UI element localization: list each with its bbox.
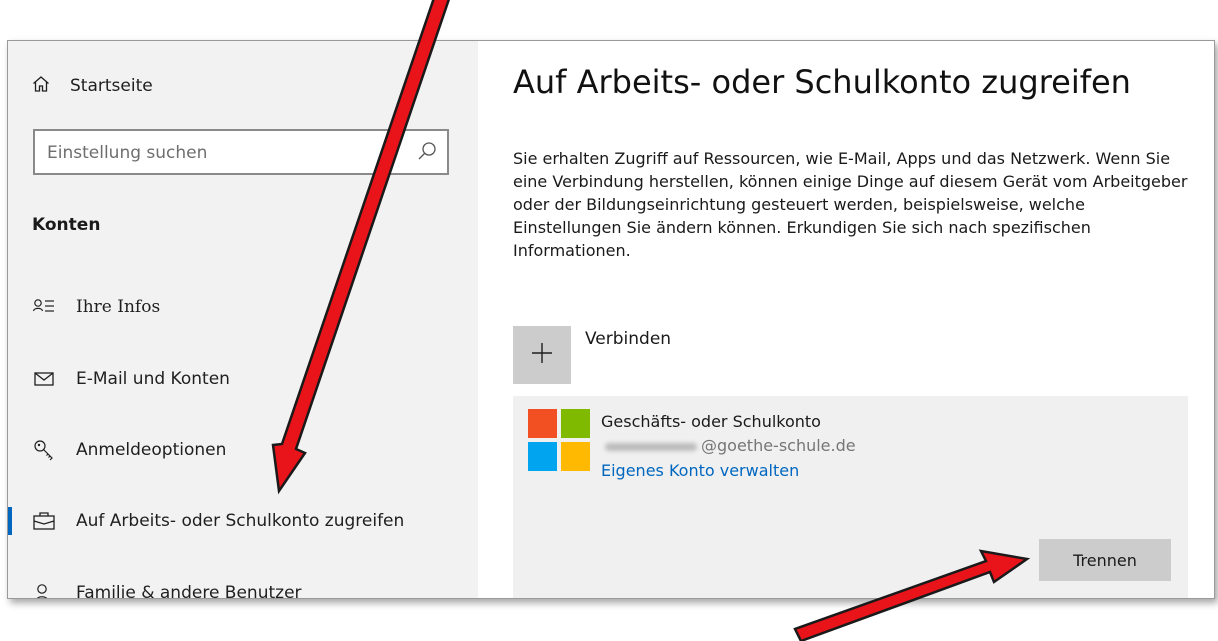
page-description: Sie erhalten Zugriff auf Ressourcen, wie… (513, 149, 1188, 260)
sidebar-item-label: Anmeldeoptionen (76, 440, 227, 460)
account-email: @goethe-schule.de (701, 436, 856, 455)
sidebar-item-label: Auf Arbeits- oder Schulkonto zugreifen (76, 511, 405, 531)
logo-square-green (561, 409, 590, 438)
logo-square-blue (528, 442, 557, 471)
search-input[interactable] (35, 131, 409, 175)
main-content: Auf Arbeits- oder Schulkonto zugreifen S… (478, 41, 1214, 598)
search-box[interactable] (33, 129, 449, 175)
sidebar-item-anmeldeoptionen[interactable]: Anmeldeoptionen (8, 428, 478, 472)
sidebar-item-label: Ihre Infos (76, 297, 161, 317)
manage-account-link[interactable]: Eigenes Konto verwalten (601, 461, 799, 480)
account-email-redacted (605, 443, 697, 451)
plus-icon (531, 342, 553, 368)
briefcase-icon (32, 509, 56, 533)
logo-square-yellow (561, 442, 590, 471)
sidebar-item-label: E-Mail und Konten (76, 369, 230, 389)
sidebar-item-familie[interactable]: Familie & andere Benutzer (8, 571, 478, 599)
sidebar: Startseite Konten Ihre Infos E-Mail und … (8, 41, 478, 598)
disconnect-button[interactable]: Trennen (1039, 539, 1171, 581)
sidebar-item-email-konten[interactable]: E-Mail und Konten (8, 357, 478, 401)
connect-label[interactable]: Verbinden (585, 329, 671, 349)
search-icon[interactable] (417, 141, 437, 165)
microsoft-logo (528, 409, 590, 471)
account-type: Geschäfts- oder Schulkonto (601, 412, 821, 431)
settings-window: Startseite Konten Ihre Infos E-Mail und … (7, 40, 1215, 599)
home-icon (32, 75, 50, 97)
sidebar-item-label: Familie & andere Benutzer (76, 583, 302, 599)
connect-button[interactable] (513, 326, 571, 384)
person-info-icon (32, 295, 56, 319)
account-card[interactable]: Geschäfts- oder Schulkonto @goethe-schul… (513, 396, 1188, 598)
person-icon (32, 581, 56, 598)
key-icon (32, 438, 56, 462)
mail-icon (32, 367, 56, 391)
page-title: Auf Arbeits- oder Schulkonto zugreifen (513, 63, 1131, 101)
section-title: Konten (32, 215, 101, 235)
logo-square-red (528, 409, 557, 438)
home-label: Startseite (70, 76, 153, 96)
sidebar-home[interactable]: Startseite (32, 75, 153, 97)
sidebar-item-ihre-infos[interactable]: Ihre Infos (8, 285, 478, 329)
sidebar-item-arbeits-schulkonto[interactable]: Auf Arbeits- oder Schulkonto zugreifen (8, 499, 478, 543)
active-indicator (8, 507, 12, 535)
